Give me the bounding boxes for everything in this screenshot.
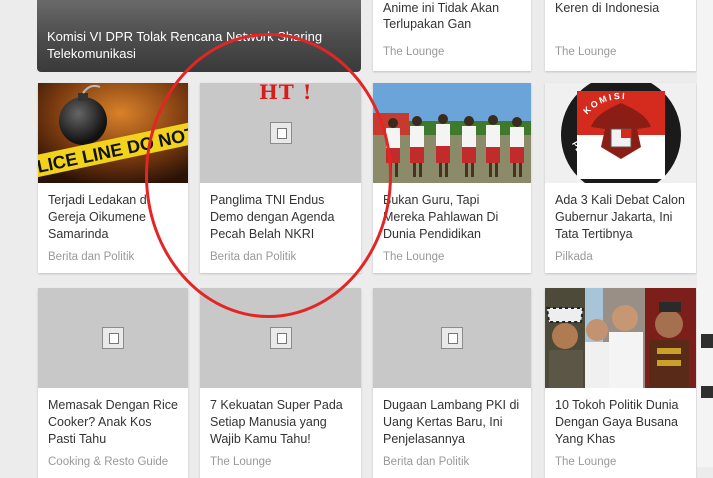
article-category[interactable]: The Lounge xyxy=(210,456,271,468)
red-circle-annotation xyxy=(145,33,392,318)
article-category[interactable]: The Lounge xyxy=(555,456,616,468)
article-card[interactable]: Dugaan Lambang PKI di Uang Kertas Baru, … xyxy=(373,288,531,478)
article-title[interactable]: Ada 3 Kali Debat Calon Gubernur Jakarta,… xyxy=(555,192,688,243)
article-title[interactable]: Memasak Dengan Rice Cooker? Anak Kos Pas… xyxy=(48,397,180,448)
article-title[interactable]: Anime ini Tidak Akan Terlupakan Gan xyxy=(383,0,523,32)
article-thumbnail[interactable] xyxy=(38,288,188,388)
article-category[interactable]: Pilkada xyxy=(555,251,593,263)
broken-image-icon xyxy=(269,327,292,349)
article-thumbnail[interactable] xyxy=(373,83,531,183)
article-category[interactable]: Berita dan Politik xyxy=(48,251,134,263)
broken-image-icon xyxy=(441,327,463,349)
article-category[interactable]: The Lounge xyxy=(383,251,444,263)
article-card[interactable]: Bukan Guru, Tapi Mereka Pahlawan Di Duni… xyxy=(373,83,531,273)
article-title[interactable]: 10 Tokoh Politik Dunia Dengan Gaya Busan… xyxy=(555,397,688,448)
article-title[interactable]: 7 Kekuatan Super Pada Setiap Manusia yan… xyxy=(210,397,353,448)
article-card[interactable]: Memasak Dengan Rice Cooker? Anak Kos Pas… xyxy=(38,288,188,478)
world-leaders-image xyxy=(545,288,696,388)
broken-image-icon xyxy=(102,327,124,349)
article-card[interactable]: 10 Tokoh Politik Dunia Dengan Gaya Busan… xyxy=(545,288,696,478)
article-card[interactable]: KOMISI PEMILIHAN UMUM Ada 3 Kali Debat C… xyxy=(545,83,696,273)
article-category[interactable]: The Lounge xyxy=(555,46,616,58)
article-category[interactable]: The Lounge xyxy=(383,46,444,58)
scroll-button[interactable] xyxy=(701,334,713,348)
article-thumbnail[interactable] xyxy=(545,288,696,388)
article-title[interactable]: Keren di Indonesia xyxy=(555,0,688,17)
article-category[interactable]: Cooking & Resto Guide xyxy=(48,456,168,468)
students-image xyxy=(373,83,531,183)
article-category[interactable]: Berita dan Politik xyxy=(383,456,469,468)
kpu-logo-image: KOMISI PEMILIHAN UMUM xyxy=(545,83,696,183)
article-thumbnail[interactable]: KOMISI PEMILIHAN UMUM xyxy=(545,83,696,183)
annotation-label: HT ! xyxy=(259,80,313,104)
article-title[interactable]: Dugaan Lambang PKI di Uang Kertas Baru, … xyxy=(383,397,523,448)
article-card[interactable]: Keren di Indonesia The Lounge xyxy=(545,0,696,71)
article-card[interactable]: Anime ini Tidak Akan Terlupakan Gan The … xyxy=(373,0,531,71)
article-thumbnail[interactable] xyxy=(373,288,531,388)
article-title[interactable]: Bukan Guru, Tapi Mereka Pahlawan Di Duni… xyxy=(383,192,523,243)
scroll-button[interactable] xyxy=(701,386,713,398)
